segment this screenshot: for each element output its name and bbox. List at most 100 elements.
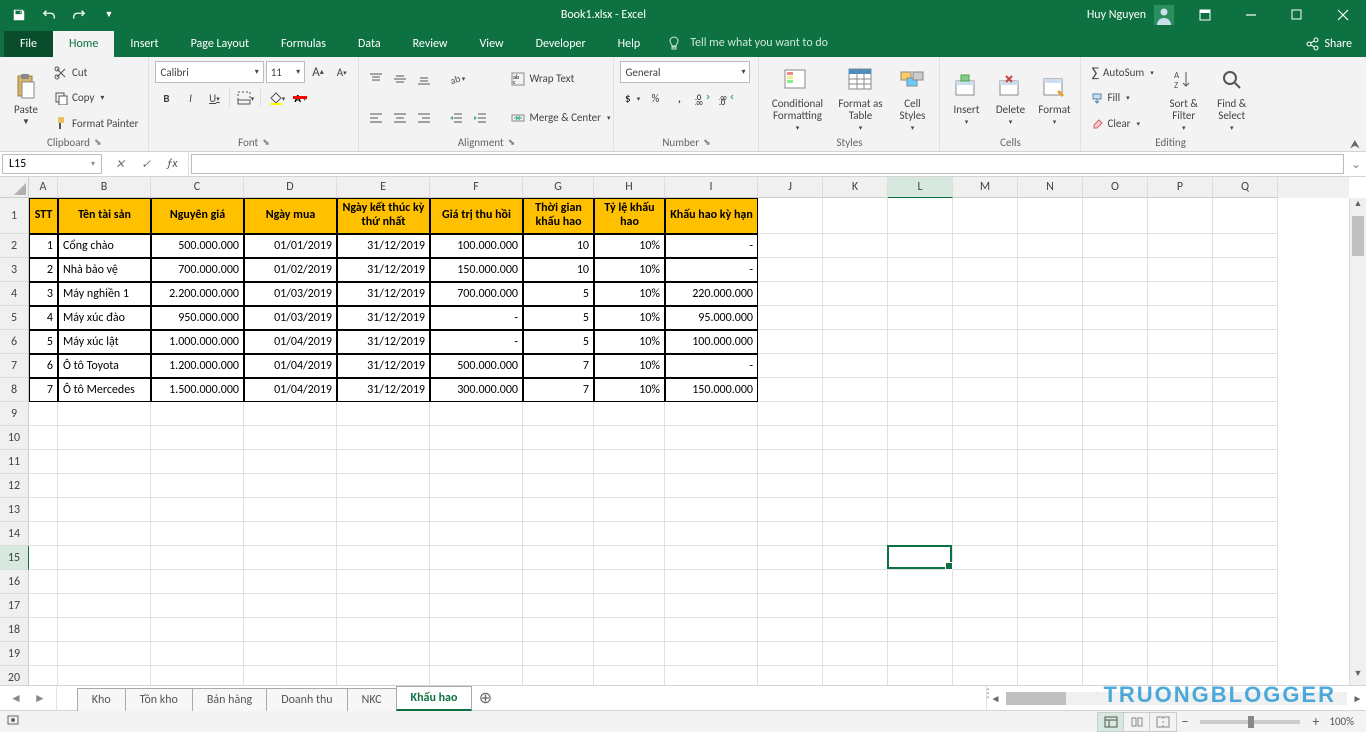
column-header-E[interactable]: E xyxy=(337,177,430,198)
empty-cell[interactable] xyxy=(1083,642,1148,666)
empty-cell[interactable] xyxy=(1213,498,1278,522)
empty-cell[interactable] xyxy=(337,522,430,546)
empty-cell[interactable] xyxy=(523,426,594,450)
empty-cell[interactable] xyxy=(58,498,151,522)
format-cells-button[interactable]: Format▾ xyxy=(1034,61,1074,135)
clear-button[interactable]: Clear▾ xyxy=(1087,112,1157,134)
empty-cell[interactable] xyxy=(758,666,823,685)
empty-cell[interactable] xyxy=(953,426,1018,450)
empty-cell[interactable] xyxy=(337,618,430,642)
table-header-cell[interactable]: STT xyxy=(29,198,58,234)
table-header-cell[interactable]: Ngày kết thúc kỳ thứ nhất xyxy=(337,198,430,234)
empty-cell[interactable] xyxy=(523,450,594,474)
empty-cell[interactable] xyxy=(244,522,337,546)
empty-cell[interactable] xyxy=(1148,474,1213,498)
table-cell[interactable]: 5 xyxy=(29,330,58,354)
empty-cell[interactable] xyxy=(1148,498,1213,522)
empty-cell[interactable] xyxy=(1213,594,1278,618)
empty-cell[interactable] xyxy=(594,570,665,594)
empty-cell[interactable] xyxy=(58,402,151,426)
empty-cell[interactable] xyxy=(1213,426,1278,450)
empty-cell[interactable] xyxy=(29,570,58,594)
table-cell[interactable]: 150.000.000 xyxy=(665,378,758,402)
table-cell[interactable]: 150.000.000 xyxy=(430,258,523,282)
table-cell[interactable]: 10% xyxy=(594,306,665,330)
table-cell[interactable]: 31/12/2019 xyxy=(337,234,430,258)
empty-cell[interactable] xyxy=(953,474,1018,498)
tab-formulas[interactable]: Formulas xyxy=(265,31,342,57)
table-cell[interactable]: 2.200.000.000 xyxy=(151,282,244,306)
hscroll-left[interactable]: ◄ xyxy=(987,692,1004,705)
table-cell[interactable]: 700.000.000 xyxy=(151,258,244,282)
empty-cell[interactable] xyxy=(58,642,151,666)
table-cell[interactable]: Nhà bảo vệ xyxy=(58,258,151,282)
empty-cell[interactable] xyxy=(29,426,58,450)
tell-me-search[interactable]: Tell me what you want to do xyxy=(656,29,838,57)
row-header-3[interactable]: 3 xyxy=(0,258,29,282)
percent-format-button[interactable]: % xyxy=(644,87,666,109)
macro-record-button[interactable] xyxy=(6,713,20,730)
empty-cell[interactable] xyxy=(151,450,244,474)
normal-view-button[interactable] xyxy=(1098,713,1124,731)
column-header-D[interactable]: D xyxy=(244,177,337,198)
table-cell[interactable]: 500.000.000 xyxy=(430,354,523,378)
table-cell[interactable]: Máy xúc đào xyxy=(58,306,151,330)
table-cell[interactable]: 01/04/2019 xyxy=(244,354,337,378)
save-button[interactable] xyxy=(8,4,30,26)
empty-cell[interactable] xyxy=(665,474,758,498)
table-cell[interactable]: 10% xyxy=(594,258,665,282)
row-header-2[interactable]: 2 xyxy=(0,234,29,258)
table-cell[interactable]: 5 xyxy=(523,282,594,306)
new-sheet-button[interactable]: ⊕ xyxy=(471,686,499,710)
table-cell[interactable]: 31/12/2019 xyxy=(337,354,430,378)
empty-cell[interactable] xyxy=(337,498,430,522)
align-bottom-button[interactable] xyxy=(413,68,435,90)
empty-cell[interactable] xyxy=(1148,618,1213,642)
empty-cell[interactable] xyxy=(1018,474,1083,498)
empty-cell[interactable] xyxy=(823,642,888,666)
empty-cell[interactable] xyxy=(665,498,758,522)
fill-button[interactable]: Fill▾ xyxy=(1087,87,1157,109)
empty-cell[interactable] xyxy=(337,474,430,498)
empty-cell[interactable] xyxy=(1213,450,1278,474)
empty-cell[interactable] xyxy=(337,594,430,618)
table-cell[interactable]: 220.000.000 xyxy=(665,282,758,306)
empty-cell[interactable] xyxy=(1213,546,1278,570)
column-header-O[interactable]: O xyxy=(1083,177,1148,198)
sheet-tab-doanh-thu[interactable]: Doanh thu xyxy=(266,688,347,711)
empty-cell[interactable] xyxy=(953,594,1018,618)
empty-cell[interactable] xyxy=(337,426,430,450)
empty-cell[interactable] xyxy=(665,546,758,570)
empty-cell[interactable] xyxy=(888,642,953,666)
empty-cell[interactable] xyxy=(888,450,953,474)
decrease-decimal-button[interactable]: .00.0 xyxy=(716,87,738,109)
empty-cell[interactable] xyxy=(1083,450,1148,474)
table-header-cell[interactable]: Giá trị thu hồi xyxy=(430,198,523,234)
empty-cell[interactable] xyxy=(430,642,523,666)
tab-insert[interactable]: Insert xyxy=(114,31,174,57)
empty-cell[interactable] xyxy=(665,426,758,450)
page-layout-view-button[interactable] xyxy=(1124,713,1150,731)
empty-cell[interactable] xyxy=(1083,402,1148,426)
comma-format-button[interactable]: , xyxy=(668,87,690,109)
insert-cells-button[interactable]: Insert▾ xyxy=(946,61,986,135)
empty-cell[interactable] xyxy=(29,474,58,498)
row-header-19[interactable]: 19 xyxy=(0,642,29,666)
empty-cell[interactable] xyxy=(151,618,244,642)
empty-cell[interactable] xyxy=(758,450,823,474)
empty-cell[interactable] xyxy=(594,522,665,546)
enter-formula-button[interactable]: ✓ xyxy=(134,157,158,172)
empty-cell[interactable] xyxy=(29,402,58,426)
column-header-H[interactable]: H xyxy=(594,177,665,198)
table-cell[interactable]: 01/04/2019 xyxy=(244,378,337,402)
sheet-nav-next[interactable]: ► xyxy=(30,691,50,706)
table-cell[interactable]: 4 xyxy=(29,306,58,330)
cells-area[interactable]: STTTên tài sảnNguyên giáNgày muaNgày kết… xyxy=(29,198,1349,685)
table-cell[interactable]: - xyxy=(665,258,758,282)
number-format-select[interactable]: General▾ xyxy=(620,61,750,83)
row-header-14[interactable]: 14 xyxy=(0,522,29,546)
table-cell[interactable]: 95.000.000 xyxy=(665,306,758,330)
table-cell[interactable]: - xyxy=(430,306,523,330)
scroll-up-button[interactable]: ▲ xyxy=(1350,198,1366,215)
borders-button[interactable]: ▾ xyxy=(234,87,256,109)
